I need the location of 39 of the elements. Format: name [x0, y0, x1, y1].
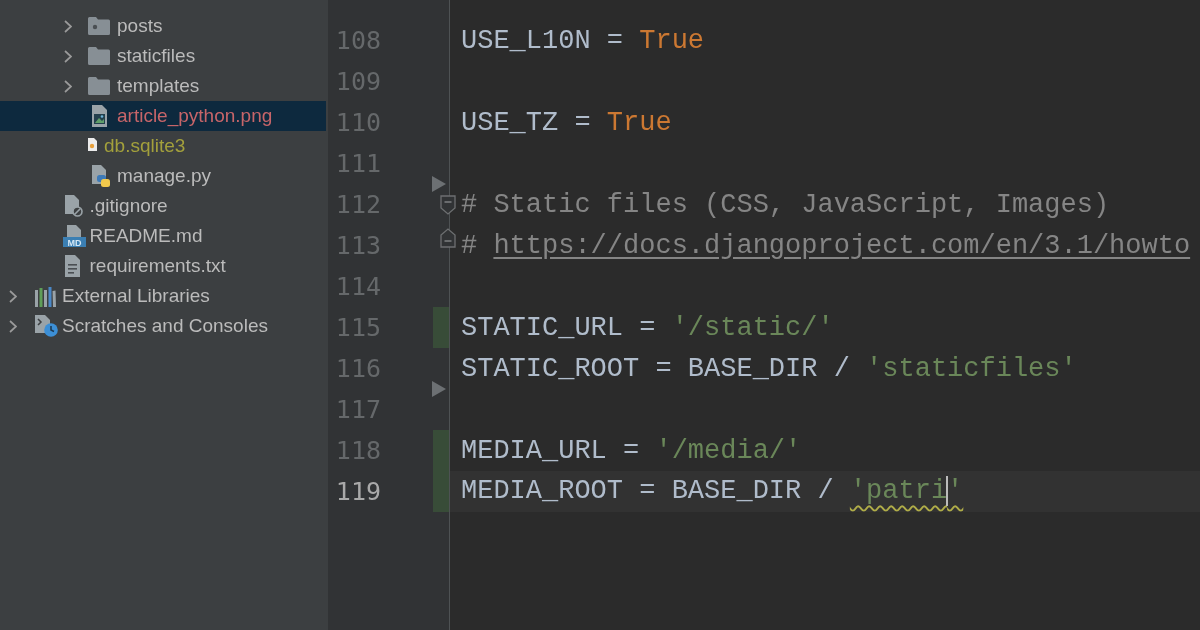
folder-icon — [88, 47, 110, 65]
code-line: STATIC_ROOT = BASE_DIR / 'staticfiles' — [461, 353, 1077, 386]
tree-item-label[interactable]: posts — [117, 15, 163, 37]
chevron-right-icon[interactable] — [64, 79, 72, 93]
code-line: USE_TZ = True — [461, 107, 672, 140]
code-line: USE_L10N = True — [461, 25, 705, 58]
console-clock-icon — [35, 315, 58, 337]
text-cursor — [946, 476, 949, 507]
python-file-icon — [92, 165, 110, 187]
tree-item-label[interactable]: .gitignore — [89, 195, 168, 217]
library-icon — [35, 285, 56, 307]
chevron-right-icon[interactable] — [9, 319, 17, 333]
chevron-right-icon[interactable] — [64, 19, 72, 33]
tree-item-label[interactable]: README.md — [89, 225, 203, 247]
tree-item-label[interactable]: staticfiles — [117, 45, 196, 67]
blocked-file-icon — [64, 195, 83, 217]
fold-icon[interactable] — [440, 195, 456, 215]
chevron-right-icon[interactable] — [9, 289, 17, 303]
folder-icon — [88, 77, 110, 95]
fold-icon[interactable] — [440, 228, 456, 248]
text-file-icon — [64, 255, 80, 277]
tree-item-label[interactable]: External Libraries — [62, 285, 210, 307]
code-line: MEDIA_URL = '/media/' — [461, 435, 802, 468]
document-icon — [88, 138, 97, 151]
code-line: # https://docs.djangoproject.com/en/3.1/howto — [461, 230, 1191, 263]
chevron-right-icon[interactable] — [64, 49, 72, 63]
tree-item-label[interactable]: db.sqlite3 — [104, 135, 186, 157]
tree-item-label[interactable]: Scratches and Consoles — [62, 315, 268, 337]
tree-item-label[interactable]: article_python.png — [117, 105, 273, 127]
code-line: MEDIA_ROOT = BASE_DIR / 'patri' — [461, 476, 964, 509]
line-number: 119 — [334, 477, 381, 506]
link[interactable]: https://docs.djangoproject.com/en/3.1/howto — [493, 230, 1191, 261]
image-file-icon — [92, 105, 107, 127]
tree-item-label[interactable]: templates — [117, 75, 200, 97]
code-line: STATIC_URL = '/static/' — [461, 312, 834, 345]
folder-icon — [88, 17, 110, 35]
tree-item-label[interactable]: requirements.txt — [89, 255, 226, 277]
code-line: # Static files (CSS, JavaScript, Images) — [461, 189, 1110, 222]
tree-item-label[interactable]: manage.py — [117, 165, 211, 187]
